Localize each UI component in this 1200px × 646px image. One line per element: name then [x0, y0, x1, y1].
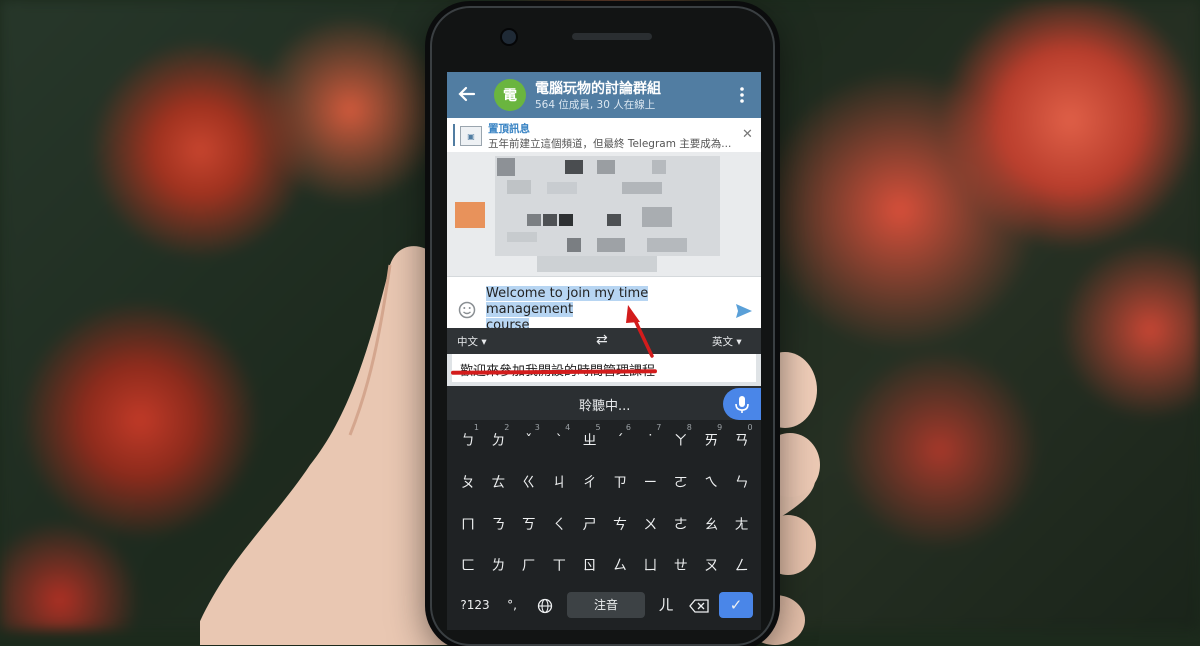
backspace-icon	[689, 598, 709, 613]
chat-history-pixelated	[447, 152, 761, 276]
key-ㄞ[interactable]: ㄞ9	[697, 423, 725, 456]
key-ㄛ[interactable]: ㄛ	[667, 468, 695, 498]
enter-key[interactable]: ✓	[719, 592, 753, 618]
key-number-hint: 5	[595, 423, 601, 432]
listening-status: 聆聽中...	[579, 399, 631, 414]
key-ㄔ[interactable]: ㄔ	[576, 468, 604, 498]
message-input[interactable]: Welcome to join my time management cours…	[486, 286, 731, 334]
key-number-hint: 6	[625, 423, 631, 432]
keyboard-row-3: ㄇㄋㄎㄑㄕㄘㄨㄜㄠㄤ	[447, 510, 761, 540]
more-menu-icon[interactable]	[739, 86, 745, 104]
key-ㄎ[interactable]: ㄎ	[515, 510, 543, 540]
keyboard-row-4: ㄈㄌㄏㄒㄖㄙㄩㄝㄡㄥ	[447, 551, 761, 581]
er-key[interactable]: ㄦ	[652, 592, 680, 618]
close-icon[interactable]: ✕	[742, 127, 753, 142]
keyboard-row-1: ㄅ 1 ㄉ 2 ˇ 3 ˋ 4 ㄓ 5 ˊ 6 ˙ 7 ㄚ 8 ㄞ 9 ㄢ 0	[447, 423, 761, 456]
key-ㄊ[interactable]: ㄊ	[484, 468, 512, 498]
keyboard-bottom-row: ?123 °, 注音 ㄦ ✓	[447, 592, 761, 624]
key-ㄕ[interactable]: ㄕ	[576, 510, 604, 540]
key-ˋ[interactable]: ˋ4	[545, 423, 573, 456]
space-key[interactable]: 注音	[567, 592, 645, 618]
key-ㄈ[interactable]: ㄈ	[454, 551, 482, 581]
message-composer: Welcome to join my time management cours…	[447, 276, 761, 333]
key-ㄥ[interactable]: ㄥ	[728, 551, 756, 581]
key-ㄐ[interactable]: ㄐ	[545, 468, 573, 498]
emoji-icon[interactable]	[458, 301, 476, 319]
pinned-thumbnail-icon: ▣	[460, 126, 482, 146]
send-icon[interactable]	[735, 302, 753, 320]
selected-text-line-1: Welcome to join my time management	[486, 286, 649, 317]
key-ㄏ[interactable]: ㄏ	[515, 551, 543, 581]
chat-header: 電 電腦玩物的討論群組 564 位成員, 30 人在線上	[447, 72, 761, 118]
key-number-hint: 8	[686, 423, 692, 432]
punctuation-key[interactable]: °,	[501, 592, 523, 618]
group-title[interactable]: 電腦玩物的討論群組	[535, 78, 661, 98]
key-ㄇ[interactable]: ㄇ	[454, 510, 482, 540]
key-ㄒ[interactable]: ㄒ	[545, 551, 573, 581]
key-number-hint: 7	[656, 423, 662, 432]
key-ㄟ[interactable]: ㄟ	[697, 468, 725, 498]
microphone-icon	[735, 396, 749, 413]
zhuyin-keyboard: ㄅ 1 ㄉ 2 ˇ 3 ˋ 4 ㄓ 5 ˊ 6 ˙ 7 ㄚ 8 ㄞ 9 ㄢ 0 ㄆㄊㄍㄐㄔㄗㄧㄛㄟㄣ ㄇㄋㄎㄑㄕㄘㄨㄜ…	[447, 420, 761, 630]
key-ㄓ[interactable]: ㄓ5	[576, 423, 604, 456]
key-ㄢ[interactable]: ㄢ0	[728, 423, 756, 456]
key-ㄨ[interactable]: ㄨ	[636, 510, 664, 540]
swap-languages-icon[interactable]: ⇄	[596, 332, 608, 348]
key-ㄜ[interactable]: ㄜ	[667, 510, 695, 540]
source-language-select[interactable]: 中文 ▾	[457, 334, 487, 349]
pinned-accent-bar	[453, 124, 455, 146]
key-ㄗ[interactable]: ㄗ	[606, 468, 634, 498]
language-globe-key[interactable]	[531, 592, 559, 618]
key-ㄑ[interactable]: ㄑ	[545, 510, 573, 540]
key-ㄣ[interactable]: ㄣ	[728, 468, 756, 498]
key-ㄧ[interactable]: ㄧ	[636, 468, 664, 498]
member-count: 564 位成員, 30 人在線上	[535, 99, 656, 111]
key-ㄆ[interactable]: ㄆ	[454, 468, 482, 498]
translate-toolbar: 中文 ▾ ⇄ 英文 ▾	[447, 328, 761, 354]
key-ㄍ[interactable]: ㄍ	[515, 468, 543, 498]
key-number-hint: 2	[504, 423, 510, 432]
key-ㄡ[interactable]: ㄡ	[697, 551, 725, 581]
key-number-hint: 4	[565, 423, 571, 432]
key-ㄖ[interactable]: ㄖ	[576, 551, 604, 581]
back-arrow-icon[interactable]	[457, 84, 477, 104]
key-number-hint: 1	[473, 423, 479, 432]
key-number-hint: 9	[717, 423, 723, 432]
key-ㄅ[interactable]: ㄅ1	[454, 423, 482, 456]
key-ㄝ[interactable]: ㄝ	[667, 551, 695, 581]
key-ㄘ[interactable]: ㄘ	[606, 510, 634, 540]
key-ㄚ[interactable]: ㄚ8	[667, 423, 695, 456]
key-ㄩ[interactable]: ㄩ	[636, 551, 664, 581]
front-camera	[502, 30, 516, 44]
key-ˊ[interactable]: ˊ6	[606, 423, 634, 456]
key-number-hint: 3	[534, 423, 540, 432]
key-ˇ[interactable]: ˇ3	[515, 423, 543, 456]
target-language-select[interactable]: 英文 ▾	[712, 334, 742, 349]
backspace-key[interactable]	[685, 592, 713, 618]
voice-input-bar: 聆聽中...	[447, 386, 761, 420]
mic-button[interactable]	[723, 388, 761, 420]
phone-screen: 電 電腦玩物的討論群組 564 位成員, 30 人在線上 ▣ 置頂訊息 五年前建…	[447, 72, 761, 630]
translate-input-box[interactable]: 歡迎來參加我開設的時間管理課程	[452, 354, 756, 382]
keyboard-row-2: ㄆㄊㄍㄐㄔㄗㄧㄛㄟㄣ	[447, 468, 761, 498]
key-ㄋ[interactable]: ㄋ	[484, 510, 512, 540]
group-avatar[interactable]: 電	[494, 79, 526, 111]
key-˙[interactable]: ˙ 7	[636, 423, 664, 456]
key-ㄙ[interactable]: ㄙ	[606, 551, 634, 581]
pinned-text: 五年前建立這個頻道，但最終 Telegram 主要成為...	[488, 138, 732, 150]
key-ㄠ[interactable]: ㄠ	[697, 510, 725, 540]
key-ㄤ[interactable]: ㄤ	[728, 510, 756, 540]
symbols-key[interactable]: ?123	[455, 592, 495, 618]
key-number-hint: 0	[747, 423, 753, 432]
earpiece-speaker	[572, 33, 652, 40]
globe-icon	[537, 598, 553, 613]
pinned-title: 置頂訊息	[488, 123, 530, 135]
pinned-message-bar[interactable]: ▣ 置頂訊息 五年前建立這個頻道，但最終 Telegram 主要成為... ✕	[447, 118, 761, 153]
key-ㄌ[interactable]: ㄌ	[484, 551, 512, 581]
key-ㄉ[interactable]: ㄉ2	[484, 423, 512, 456]
